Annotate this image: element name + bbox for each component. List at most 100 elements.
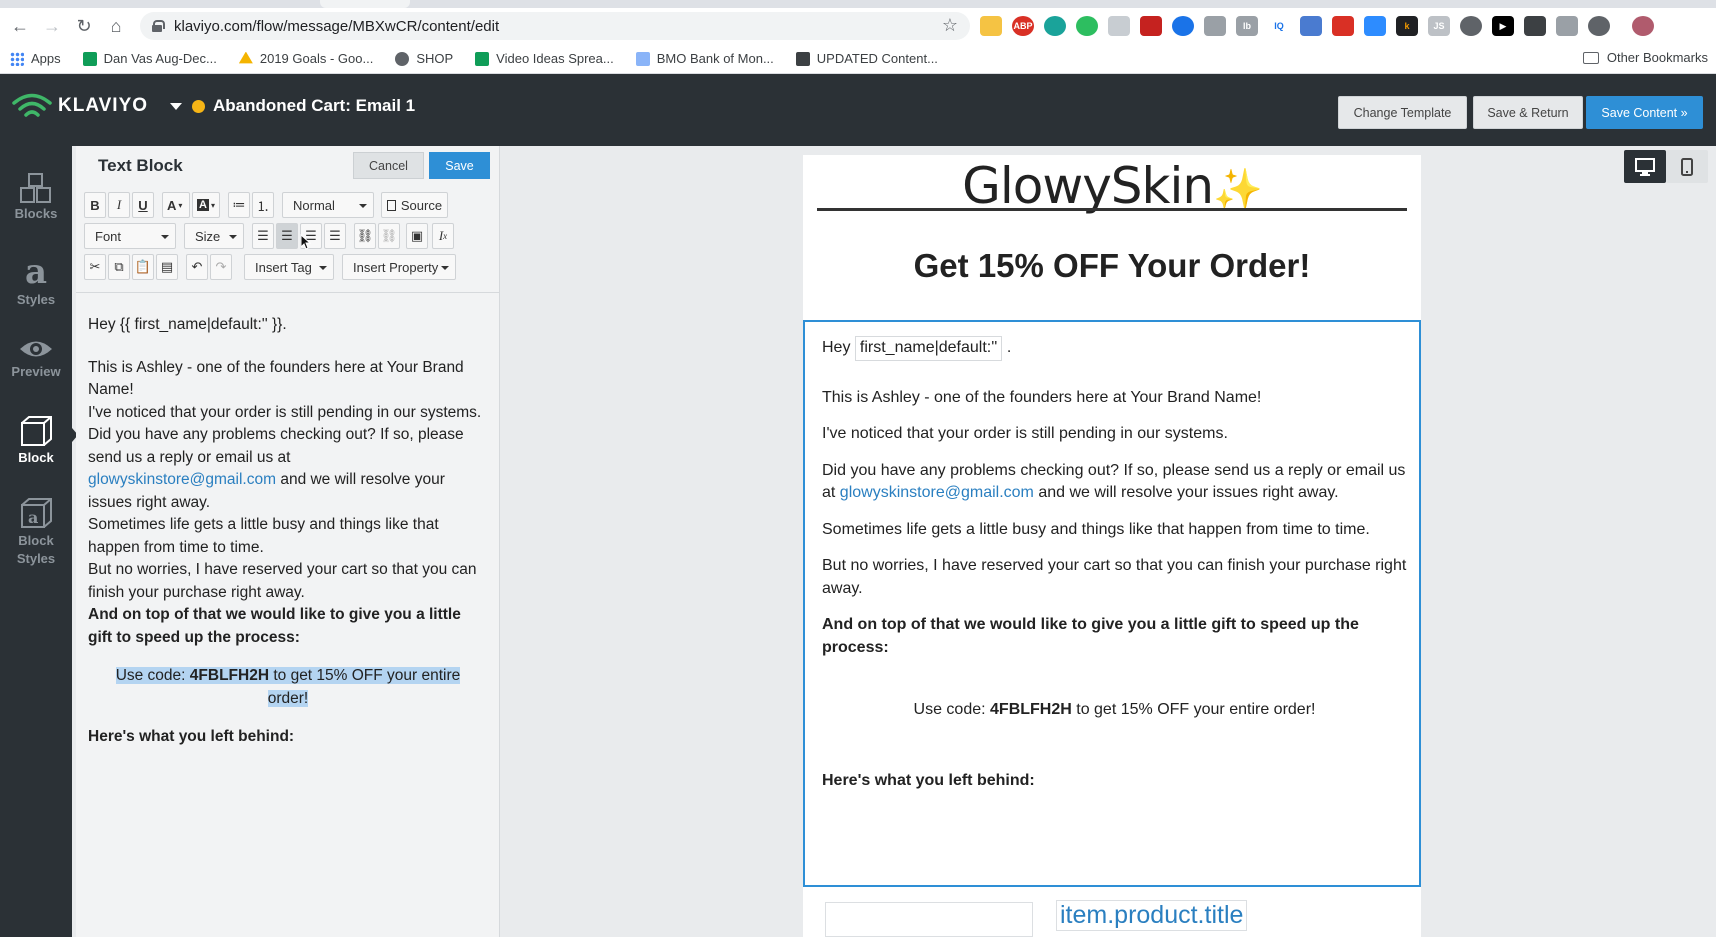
cut-icon[interactable]: ✂: [84, 254, 106, 280]
reload-icon[interactable]: ↻: [68, 12, 100, 40]
klaviyo-logo[interactable]: KLAVIYO: [10, 90, 148, 122]
nav-block-styles[interactable]: a Block Styles: [0, 496, 72, 568]
bold-icon[interactable]: B: [84, 192, 106, 218]
nav-blocks[interactable]: Blocks: [0, 172, 72, 221]
extension-icon[interactable]: [980, 16, 1002, 36]
mouse-cursor-icon: [300, 234, 312, 250]
sheets-icon: [82, 51, 97, 66]
desktop-view-button[interactable]: [1624, 150, 1666, 183]
extension-icon[interactable]: JS: [1428, 16, 1450, 36]
bookmark-item[interactable]: UPDATED Content...: [795, 51, 938, 66]
apps-grid-icon: [10, 51, 24, 66]
bullet-list-icon[interactable]: ≔: [228, 192, 250, 218]
font-dropdown[interactable]: Font: [84, 223, 176, 249]
product-image-placeholder: [825, 902, 1033, 937]
paste-icon[interactable]: 📋: [132, 254, 154, 280]
bookmark-item[interactable]: SHOP: [395, 51, 453, 66]
email-headline[interactable]: Get 15% OFF Your Order!: [803, 247, 1421, 285]
evernote-icon[interactable]: [1076, 16, 1098, 36]
nav-preview[interactable]: Preview: [0, 334, 72, 379]
text-line: This is Ashley - one of the founders her…: [88, 358, 464, 399]
italic-icon[interactable]: I: [108, 192, 130, 218]
forward-icon[interactable]: →: [36, 12, 68, 40]
nav-block[interactable]: Block: [0, 414, 72, 465]
save-content-button[interactable]: Save Content »: [1586, 96, 1703, 129]
underline-icon[interactable]: U: [132, 192, 154, 218]
other-bookmarks[interactable]: Other Bookmarks: [1582, 50, 1708, 65]
link-icon[interactable]: ⛓: [354, 223, 376, 249]
cube-icon: [21, 416, 52, 446]
format-dropdown[interactable]: Normal: [282, 192, 374, 218]
home-icon[interactable]: ⌂: [100, 12, 132, 40]
paste-text-icon[interactable]: ▤: [156, 254, 178, 280]
background-color-icon[interactable]: A ▾: [192, 192, 220, 218]
adblock-icon[interactable]: ABP: [1012, 16, 1034, 36]
align-left-icon[interactable]: ☰: [252, 223, 274, 249]
unlink-icon[interactable]: ⛓: [378, 223, 400, 249]
insert-tag-dropdown[interactable]: Insert Tag: [244, 254, 334, 280]
editor-title: Text Block: [98, 156, 183, 175]
extension-icon[interactable]: [1332, 16, 1354, 36]
image-icon[interactable]: ▣: [406, 223, 428, 249]
clear-format-icon[interactable]: Ix: [432, 223, 454, 249]
play-icon[interactable]: ▶: [1492, 16, 1514, 36]
cancel-button[interactable]: Cancel: [353, 152, 424, 179]
extension-icon[interactable]: [1524, 16, 1546, 36]
numbered-list-icon[interactable]: ⒈: [252, 192, 274, 218]
extension-icon[interactable]: k: [1396, 16, 1418, 36]
extension-icon[interactable]: [1140, 16, 1162, 36]
extension-icon[interactable]: [1044, 16, 1066, 36]
extension-icon[interactable]: [1108, 16, 1130, 36]
bookmark-item[interactable]: 2019 Goals - Goo...: [238, 51, 373, 66]
bookmark-item[interactable]: BMO Bank of Mon...: [635, 51, 774, 66]
extension-icon[interactable]: [1460, 16, 1482, 36]
profile-avatar[interactable]: [1632, 16, 1654, 36]
bookmark-star-icon[interactable]: ☆: [942, 15, 958, 36]
nav-styles[interactable]: a Styles: [0, 252, 72, 307]
extension-icon[interactable]: lb: [1236, 16, 1258, 36]
flow-title-dropdown[interactable]: Abandoned Cart: Email 1: [170, 96, 415, 116]
extension-icon[interactable]: [1588, 16, 1610, 36]
bookmark-item[interactable]: Dan Vas Aug-Dec...: [82, 51, 217, 66]
extension-icon[interactable]: IQ: [1268, 16, 1290, 36]
undo-icon[interactable]: ↶: [186, 254, 208, 280]
bookmark-item[interactable]: Video Ideas Sprea...: [475, 51, 614, 66]
document-icon: [795, 51, 810, 66]
extension-icon[interactable]: [1204, 16, 1226, 36]
size-dropdown[interactable]: Size: [184, 223, 244, 249]
extension-icon[interactable]: [1300, 16, 1322, 36]
lock-icon: [152, 20, 165, 32]
browser-tab[interactable]: [320, 0, 410, 8]
mobile-view-button[interactable]: [1666, 150, 1708, 183]
paragraph: I've noticed that your order is still pe…: [822, 425, 1228, 442]
browser-tab-strip: [0, 0, 1716, 8]
extension-icon[interactable]: [1556, 16, 1578, 36]
text-line: Sometimes life gets a little busy and th…: [88, 516, 439, 556]
save-return-button[interactable]: Save & Return: [1473, 96, 1583, 129]
extension-icon[interactable]: [1172, 16, 1194, 36]
align-center-icon[interactable]: ☰: [276, 223, 298, 249]
insert-property-dropdown[interactable]: Insert Property: [342, 254, 456, 280]
bookmark-apps[interactable]: Apps: [10, 51, 61, 66]
editor-content[interactable]: Hey {{ first_name|default:'' }}. This is…: [88, 314, 488, 749]
rich-text-toolbar: B I U A ▾ A ▾ ≔ ⒈ Normal Source Font Size …: [84, 192, 498, 292]
url-text: klaviyo.com/flow/message/MBXwCR/content/…: [174, 17, 500, 35]
side-nav: Blocks a Styles Preview Block a Block St…: [0, 146, 78, 937]
back-icon[interactable]: ←: [4, 12, 36, 40]
justify-icon[interactable]: ☰: [324, 223, 346, 249]
email-link[interactable]: glowyskinstore@gmail.com: [88, 471, 276, 488]
email-link[interactable]: glowyskinstore@gmail.com: [840, 484, 1034, 501]
brand-logo[interactable]: GlowySkin✨: [803, 157, 1421, 215]
save-button[interactable]: Save: [429, 152, 490, 179]
redo-icon[interactable]: ↷: [210, 254, 232, 280]
selected-text-block[interactable]: Hey first_name|default:'' . This is Ashl…: [803, 320, 1421, 887]
product-block[interactable]: item.product.title: [803, 890, 1421, 937]
folder-icon: [1582, 51, 1599, 64]
copy-icon[interactable]: ⧉: [108, 254, 130, 280]
change-template-button[interactable]: Change Template: [1338, 96, 1467, 129]
source-button[interactable]: Source: [381, 192, 448, 218]
zoom-icon[interactable]: [1364, 16, 1386, 36]
address-bar[interactable]: klaviyo.com/flow/message/MBXwCR/content/…: [140, 12, 970, 40]
greeting-line: Hey first_name|default:'' .: [822, 336, 1407, 361]
text-color-icon[interactable]: A ▾: [162, 192, 190, 218]
